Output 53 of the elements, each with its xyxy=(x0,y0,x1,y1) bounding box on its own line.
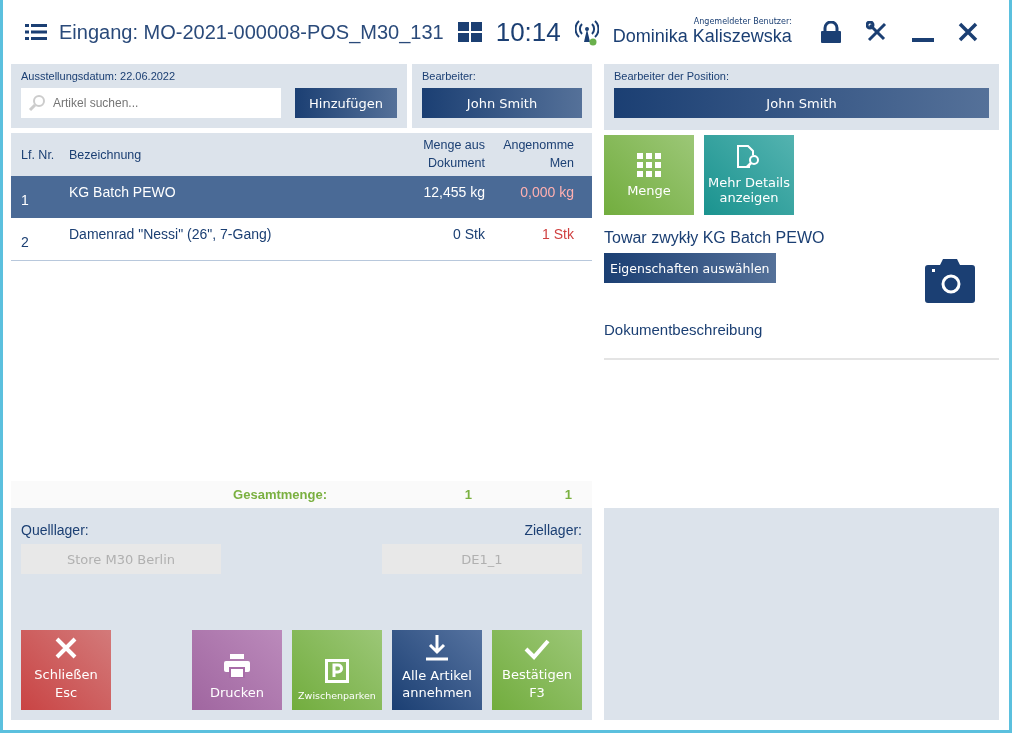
close-icon xyxy=(54,636,78,661)
position-editor-button[interactable]: John Smith xyxy=(614,88,989,118)
close-icon[interactable] xyxy=(957,22,978,42)
add-button[interactable]: Hinzufügen xyxy=(295,88,397,118)
lock-icon[interactable] xyxy=(819,21,842,43)
close-button[interactable]: Schließen Esc xyxy=(21,630,111,710)
accepted-quantity: 1 Stk xyxy=(541,225,575,244)
quantity-button[interactable]: Menge xyxy=(604,135,694,215)
antenna-icon xyxy=(574,18,599,46)
editor-button[interactable]: John Smith xyxy=(422,88,582,118)
item-name: Damenrad "Nessi" (26", 7-Gang) xyxy=(68,225,273,244)
column-header: Menge aus Dokument xyxy=(422,137,485,172)
checkmark-icon xyxy=(524,638,550,661)
parking-icon xyxy=(325,658,349,683)
park-button[interactable]: Zwischenparken xyxy=(292,630,382,710)
document-search-icon xyxy=(736,145,762,169)
details-button[interactable]: Mehr Details anzeigen xyxy=(704,135,794,215)
total-label: Gesamtmenge: xyxy=(233,487,327,502)
menu-icon[interactable] xyxy=(25,23,47,41)
column-header: Angenomme Men xyxy=(502,137,575,172)
target-label: Ziellager: xyxy=(524,522,582,538)
source-label: Quelllager: xyxy=(21,522,90,538)
tools-icon[interactable] xyxy=(865,21,888,43)
row-number: 1 xyxy=(20,191,30,210)
table-row[interactable]: 1 KG Batch PEWO 12,455 kg 0,000 kg xyxy=(11,176,592,218)
confirm-button[interactable]: Bestätigen F3 xyxy=(492,630,582,710)
issue-date: Ausstellungsdatum: 22.06.2022 xyxy=(21,70,177,82)
column-header: Bezeichnung xyxy=(68,147,143,162)
document-quantity: 0 Stk xyxy=(452,225,485,244)
download-icon xyxy=(425,635,449,662)
user-label: Angemeldeter Benutzer: xyxy=(693,17,792,26)
printer-icon xyxy=(224,654,250,679)
row-number: 2 xyxy=(20,233,30,252)
document-quantity: 12,455 kg xyxy=(422,183,485,202)
accept-button[interactable]: Alle Artikel annehmen xyxy=(392,630,482,710)
search-icon xyxy=(28,94,46,112)
accepted-quantity: 0,000 kg xyxy=(519,183,575,202)
total-document: 1 xyxy=(463,487,473,502)
position-editor-label: Bearbeiter der Position: xyxy=(614,70,730,82)
editor-label: Bearbeiter: xyxy=(422,70,477,82)
item-name: KG Batch PEWO xyxy=(68,183,177,202)
tiles-icon[interactable] xyxy=(457,22,482,42)
print-button[interactable]: Drucken xyxy=(192,630,282,710)
column-header: Lf. Nr. xyxy=(20,147,56,162)
total-accepted: 1 xyxy=(563,487,573,502)
properties-button[interactable]: Eigenschaften auswählen xyxy=(604,253,776,283)
item-title: Towar zwykły KG Batch PEWO xyxy=(604,229,826,247)
window-title: Eingang: MO-2021-000008-POS_M30_131 xyxy=(59,20,444,44)
description-label: Dokumentbeschreibung xyxy=(604,321,999,360)
grid-icon xyxy=(637,152,661,177)
user-name: Dominika Kaliszewska xyxy=(612,26,792,47)
clock-time: 10:14 xyxy=(495,16,561,48)
search-field[interactable]: Artikel suchen... xyxy=(21,88,281,118)
